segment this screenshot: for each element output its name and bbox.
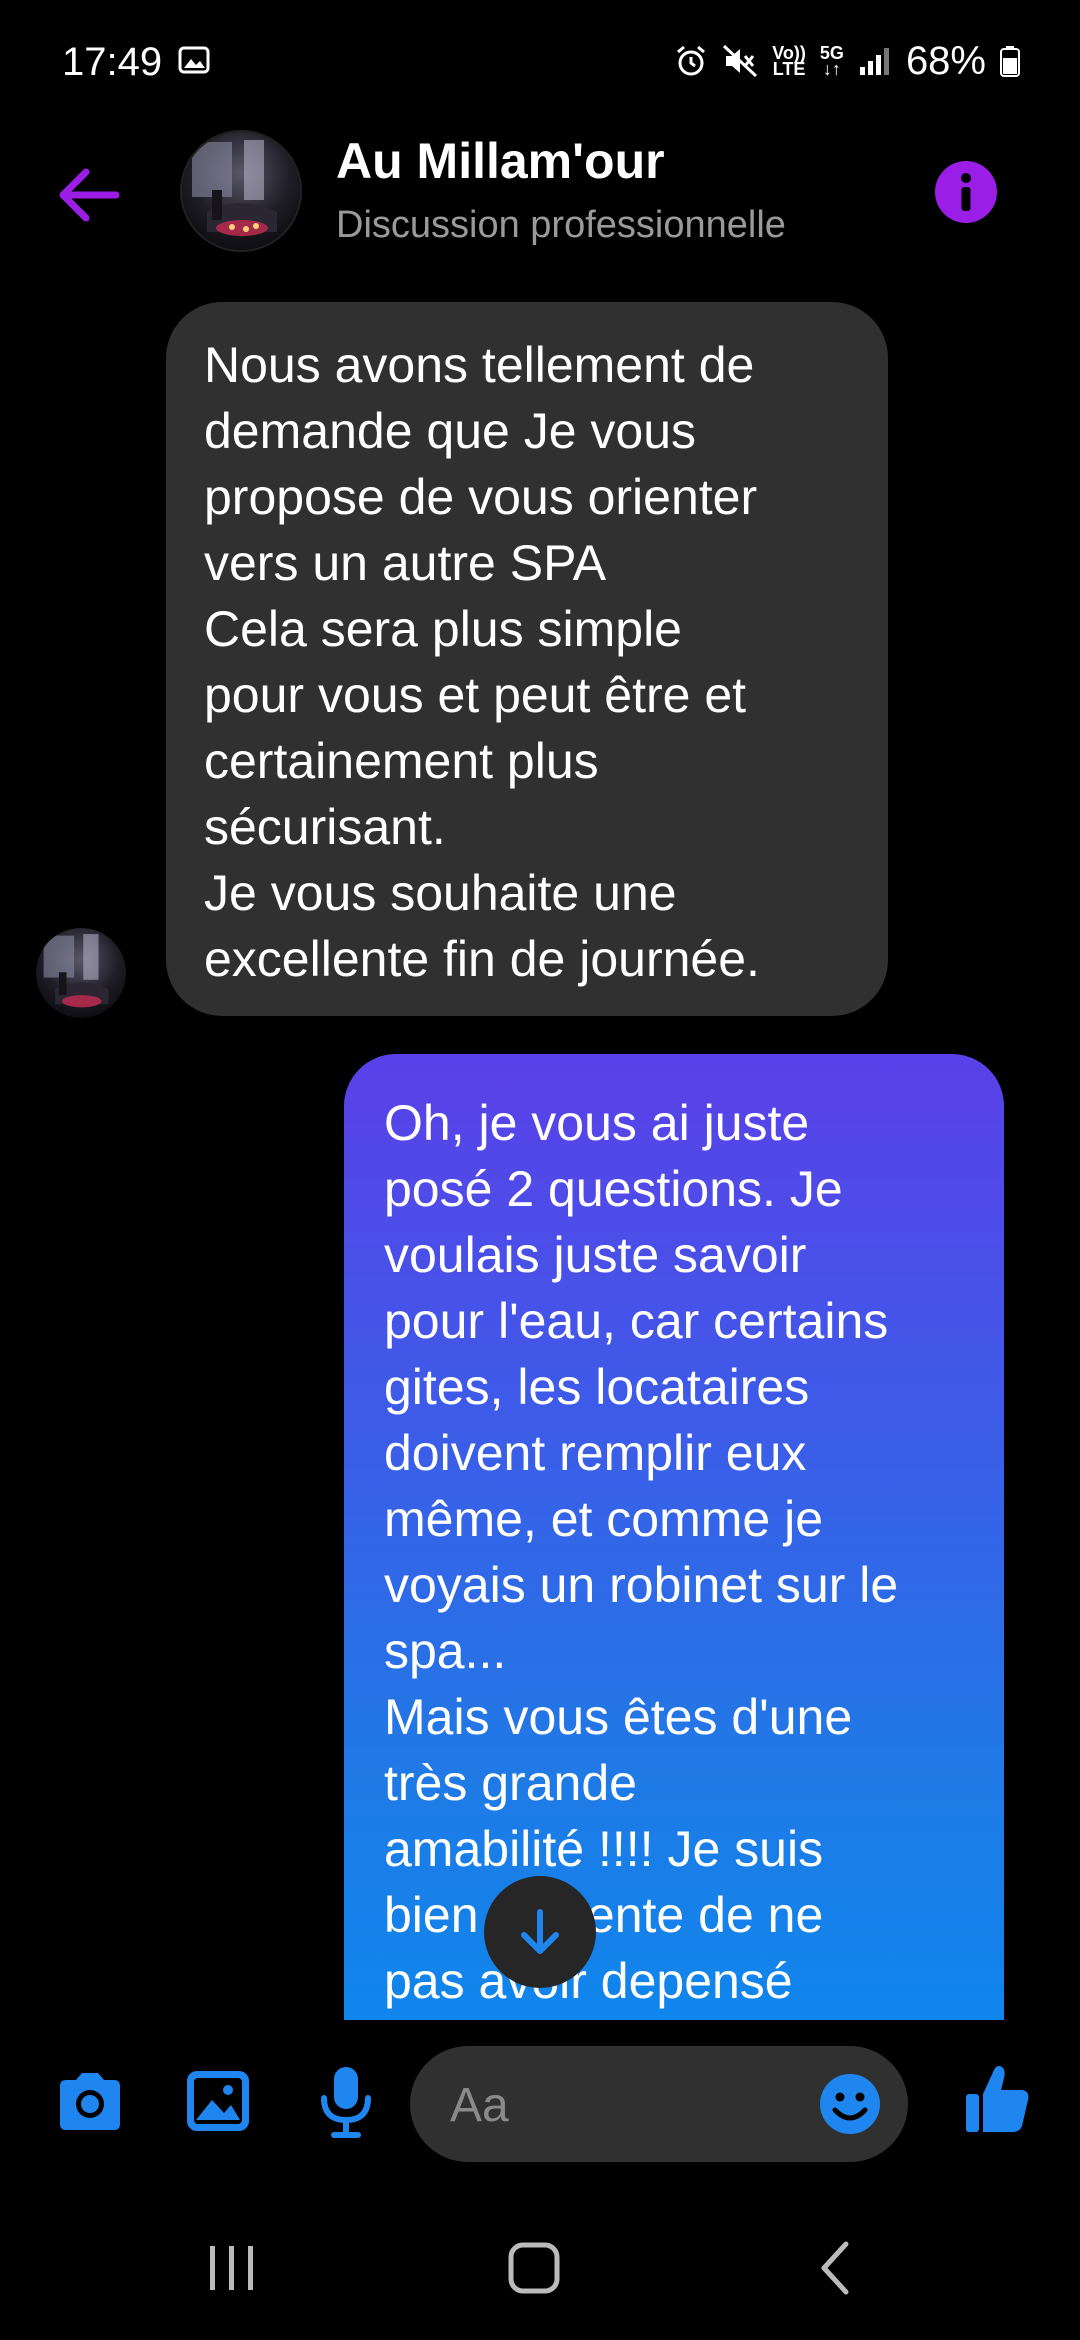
conversation-header: Au Millam'our Discussion professionnelle [0,120,1080,260]
incoming-message-bubble[interactable]: Nous avons tellement de demande que Je v… [166,302,888,1016]
contact-avatar[interactable] [180,130,302,252]
camera-icon[interactable] [54,2070,126,2134]
contact-name[interactable]: Au Millam'our [336,132,665,190]
network-5g-indicator: 5G ↓↑ [820,44,844,79]
microphone-icon[interactable] [318,2064,374,2140]
system-navigation-bar [0,2220,1080,2340]
battery-icon [1000,46,1020,77]
status-icons: Vo)) LTE 5G ↓↑ 68% [674,38,1020,84]
status-time: 17:49 [62,40,163,84]
status-bar: 17:49 Vo)) LTE 5G ↓↑ 68% [0,0,1080,120]
spa-photo [182,132,300,250]
sender-avatar[interactable] [36,928,126,1018]
outgoing-message-bubble[interactable]: Oh, je vous ai juste posé 2 questions. J… [344,1054,1004,2020]
spa-photo-small [36,928,126,1018]
alarm-icon [677,45,706,76]
back-nav-icon[interactable] [810,2240,866,2296]
data-arrows-icon: ↓↑ [822,59,841,79]
gallery-icon[interactable] [184,2068,252,2134]
image-notification-icon [178,46,210,74]
contact-subtitle: Discussion professionnelle [336,204,786,246]
thumbs-up-icon[interactable] [964,2064,1030,2134]
message-input[interactable] [448,2070,812,2140]
volte-indicator: Vo)) LTE [772,44,806,79]
battery-percent: 68% [905,38,986,83]
arrow-down-icon [521,1909,559,1954]
scroll-to-bottom-button[interactable] [484,1876,596,1988]
mute-icon [723,44,758,78]
info-icon[interactable] [934,160,998,224]
message-input-container[interactable] [410,2046,908,2162]
signal-icon [859,48,889,75]
messenger-screen: 17:49 Vo)) LTE 5G ↓↑ 68% Au Millam'our D… [0,0,1080,2340]
back-arrow-icon[interactable] [56,162,122,228]
emoji-icon[interactable] [818,2072,882,2136]
recent-apps-icon[interactable] [204,2240,260,2296]
lte-label: LTE [772,59,806,79]
message-composer [0,2020,1080,2220]
home-icon[interactable] [506,2240,562,2296]
